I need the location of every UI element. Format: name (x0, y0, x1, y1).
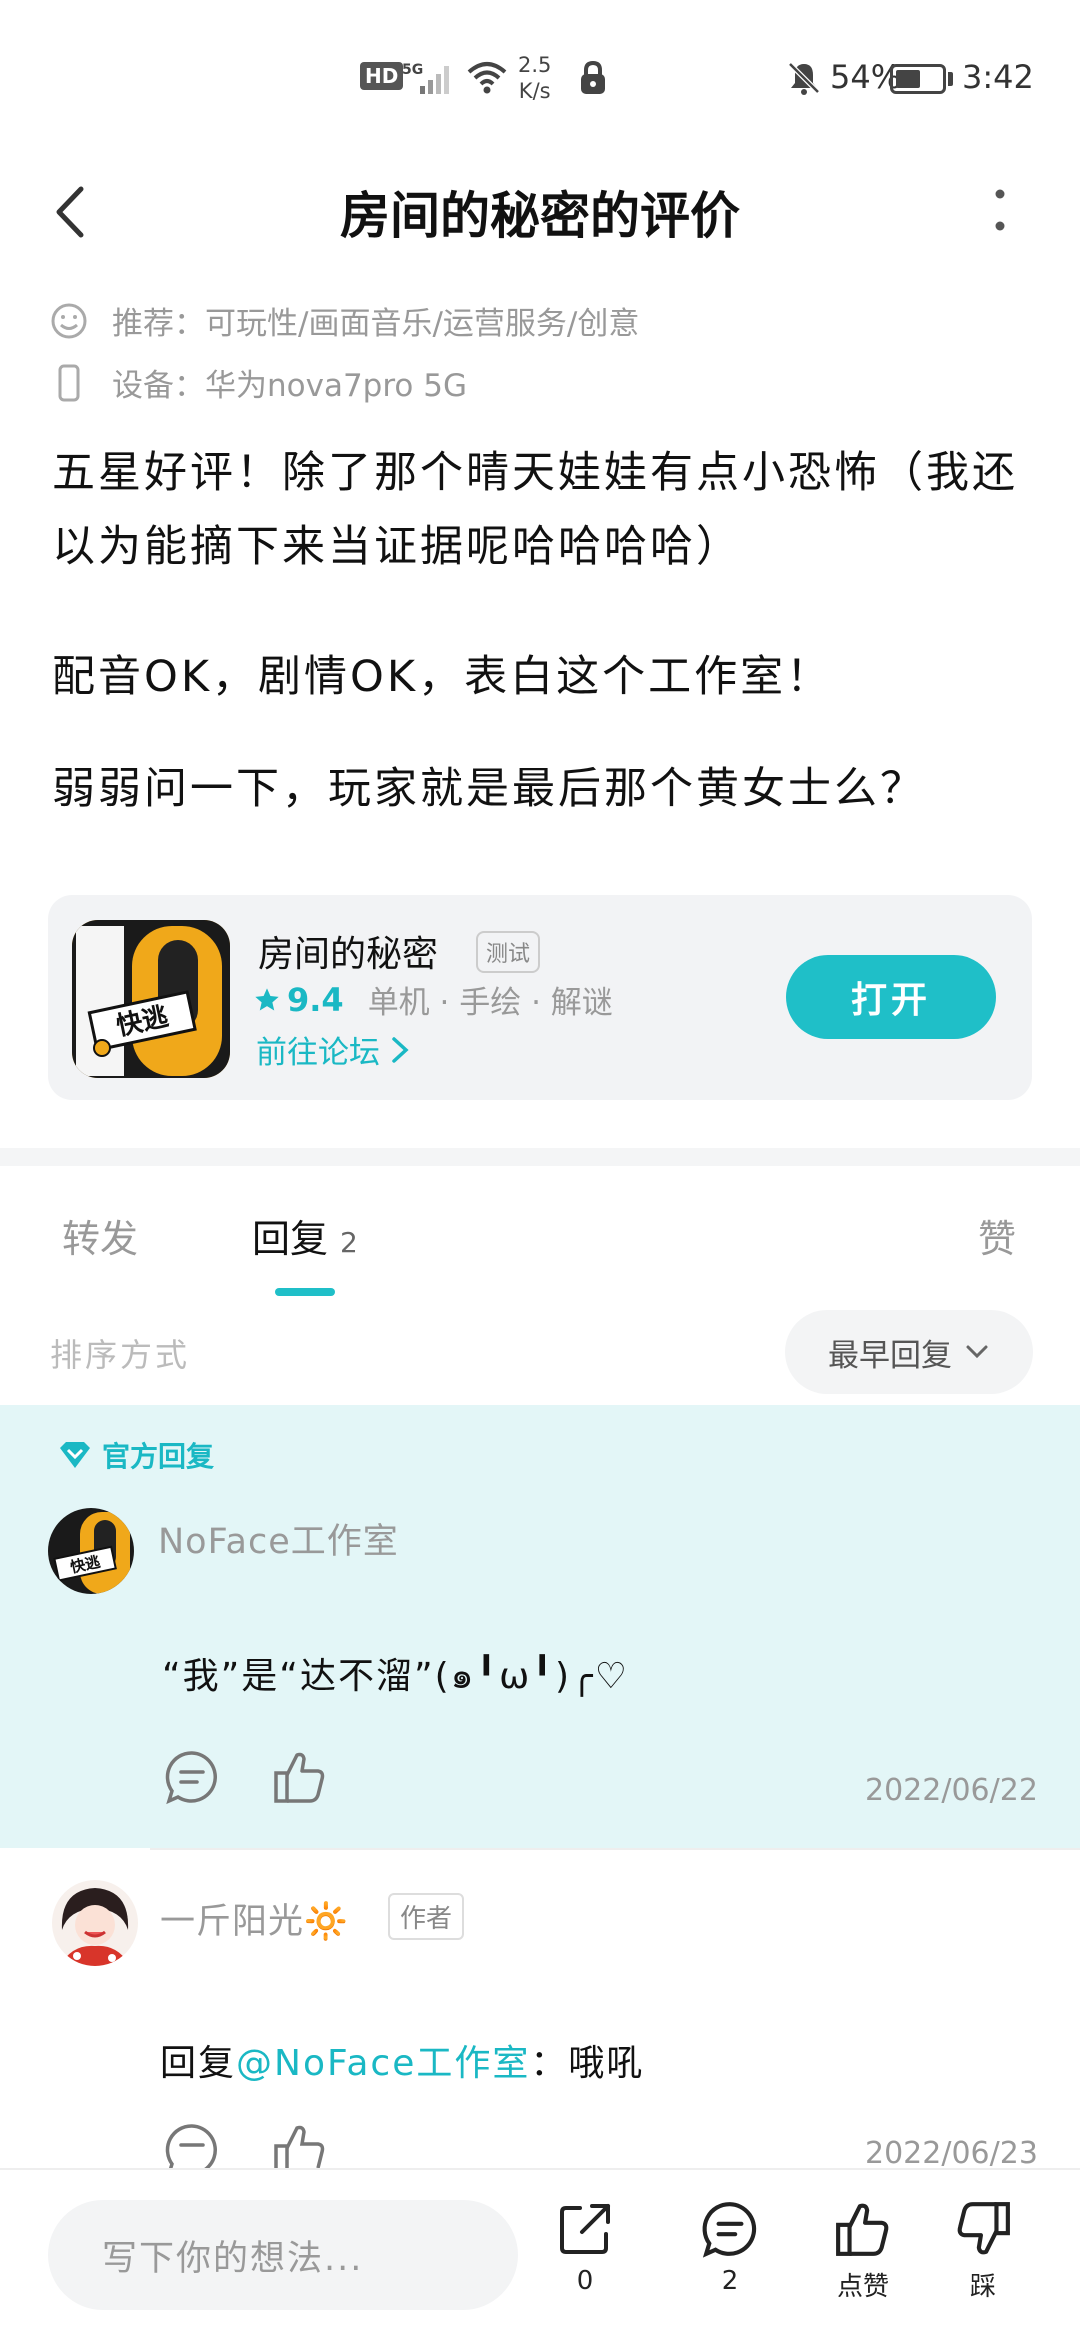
wifi-icon (466, 60, 508, 102)
comment-username[interactable]: 一斤阳光🔆 (160, 1893, 349, 1944)
share-count: 0 (576, 2266, 594, 2296)
comment-divider (150, 1848, 1080, 1850)
review-paragraph-1: 五星好评！除了那个晴天娃娃有点小恐怖（我还以为能摘下来当证据呢哈哈哈哈） (52, 448, 1018, 572)
dislike-label: 踩 (969, 2272, 996, 2302)
thumbs-up-icon (836, 2203, 889, 2256)
comment-text: “我”是“达不溜”(๑╹ω╹)╭♡ (162, 1656, 629, 1697)
status-bar: HD 5G 2.5 K/s 54% 3:42 (0, 0, 1080, 150)
top-nav: 房间的秘密的评价 (0, 150, 1080, 270)
official-tag: 官方回复 (58, 1435, 214, 1475)
recommend-text: 推荐：可玩性/画面音乐/运营服务/创意 (112, 306, 640, 342)
thumbs-up-icon (274, 1752, 325, 1803)
page-title: 房间的秘密的评价 (340, 187, 740, 245)
reply-prefix: 回复 (160, 2043, 237, 2084)
comment-input[interactable]: 写下你的想法... (48, 2200, 518, 2310)
game-tags: 单机 · 手绘 · 解谜 (367, 985, 613, 1021)
device-text: 设备：华为nova7pro 5G (112, 368, 467, 404)
bell-off-icon (786, 60, 822, 104)
bottom-bar: 写下你的想法... 0 2 点赞 踩 (0, 2168, 1080, 2340)
game-icon[interactable]: 快逃 (72, 920, 230, 1078)
battery-icon (890, 64, 946, 94)
net-speed-unit: K/s (518, 79, 551, 103)
diamond-check-icon (60, 1442, 90, 1468)
test-badge: 测试 (476, 931, 541, 973)
signal-type-text: 5G (402, 62, 423, 78)
thumbs-down-icon (957, 2202, 1010, 2255)
like-label: 点赞 (836, 2272, 889, 2302)
review-paragraph-2: 配音OK，剧情OK，表白这个工作室！ (52, 652, 833, 702)
reply-button[interactable] (160, 1745, 224, 1809)
share-icon (560, 2204, 610, 2254)
review-paragraph-3: 弱弱问一下，玩家就是最后那个黄女士么？ (52, 764, 926, 814)
comment-count: 2 (721, 2266, 739, 2296)
smile-icon (51, 303, 87, 338)
tab-reply[interactable]: 回复 2 (252, 1208, 358, 1263)
section-separator (0, 1148, 1080, 1166)
tab-like[interactable]: 赞 (978, 1208, 1016, 1263)
net-speed-value: 2.5 (518, 53, 552, 77)
avatar[interactable]: 快逃 (48, 1508, 134, 1594)
official-reply: 官方回复 快逃 NoFace工作室 “我”是“达不溜”(๑╹ω╹)╭♡ 2022… (0, 1405, 1080, 1848)
hd-indicator: HD (360, 62, 404, 90)
chevron-down-icon (966, 1345, 988, 1359)
sort-label: 排序方式 (50, 1336, 191, 1374)
more-vertical-icon (995, 189, 1005, 231)
clock: 3:42 (962, 58, 1034, 96)
like-button[interactable] (268, 1745, 332, 1809)
tab-reply-count: 2 (340, 1226, 358, 1259)
star-icon (255, 987, 279, 1010)
comment-text: 回复@NoFace工作室：哦吼 (160, 2034, 644, 2086)
game-name[interactable]: 房间的秘密 (258, 925, 438, 977)
game-card[interactable]: 快逃 房间的秘密 测试 9.4 单机 · 手绘 · 解谜 前往论坛 打开 (48, 895, 1032, 1100)
reply-body: ：哦吼 (530, 2043, 645, 2084)
chevron-right-icon (392, 1036, 409, 1063)
official-tag-text: 官方回复 (102, 1440, 215, 1473)
reply-tabs: 转发 回复 2 赞 (0, 1170, 1080, 1300)
phone-icon (58, 364, 80, 401)
forum-link[interactable]: 前往论坛 (256, 1027, 412, 1072)
sort-selected: 最早回复 (828, 1337, 952, 1374)
recommend-row: 推荐：可玩性/画面音乐/运营服务/创意 (50, 298, 639, 343)
open-game-button[interactable]: 打开 (786, 955, 996, 1039)
net-speed: 2.5 K/s (518, 52, 551, 104)
dislike-button[interactable]: 踩 (938, 2200, 1028, 2303)
share-button[interactable]: 0 (540, 2200, 630, 2296)
device-row: 设备：华为nova7pro 5G (50, 360, 467, 405)
forum-link-label: 前往论坛 (256, 1035, 380, 1071)
mention-link[interactable]: @NoFace工作室 (236, 2043, 530, 2084)
more-options-button[interactable] (975, 180, 1025, 240)
signal-icon: 5G (402, 60, 462, 104)
lock-icon (578, 60, 608, 104)
comment-actions (160, 1745, 376, 1809)
like-post-button[interactable]: 点赞 (818, 2200, 908, 2303)
battery-tip (948, 72, 953, 86)
tab-forward[interactable]: 转发 (62, 1208, 138, 1263)
comment-bubble-icon (165, 1751, 217, 1805)
comment-date: 2022/06/22 (865, 1773, 1038, 1808)
comment-button[interactable]: 2 (685, 2200, 775, 2296)
comment-date: 2022/06/23 (865, 2136, 1038, 2171)
game-rating: 9.4 (287, 980, 344, 1019)
author-badge: 作者 (388, 1893, 465, 1940)
game-rating-row: 9.4 单机 · 手绘 · 解谜 (253, 977, 613, 1022)
battery-level (896, 70, 920, 88)
sort-dropdown[interactable]: 最早回复 (785, 1310, 1033, 1394)
avatar[interactable] (52, 1880, 138, 1966)
comment-username[interactable]: NoFace工作室 (158, 1513, 399, 1564)
comment-bubble-icon (702, 2202, 757, 2258)
tab-active-indicator (275, 1288, 335, 1296)
tab-reply-label: 回复 (252, 1217, 329, 1261)
